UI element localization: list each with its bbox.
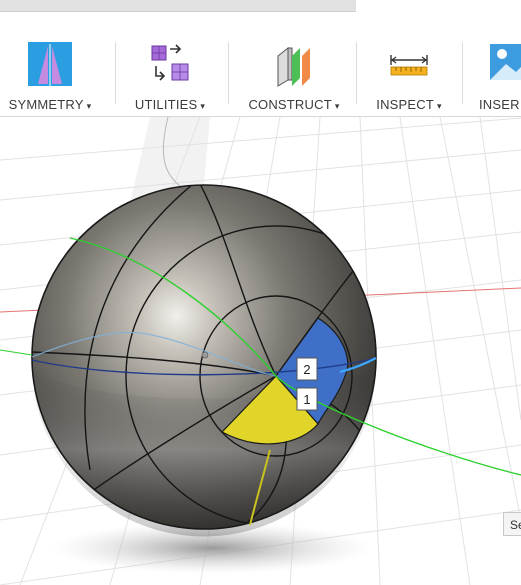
- construct-label: CONSTRUCT ▾: [248, 97, 340, 112]
- window-top-strip: [0, 0, 521, 30]
- construct-icon: [277, 46, 310, 87]
- insert-image-icon: [490, 44, 521, 80]
- chevron-down-icon: ▾: [437, 101, 442, 111]
- toolbar-divider: [356, 42, 357, 104]
- toolbar-divider: [115, 42, 116, 104]
- utilities-label: UTILITIES ▾: [134, 97, 206, 112]
- toolbar: SYMMETRY ▾ UTILITIES ▾ CONSTRUCT ▾ INSPE…: [0, 30, 521, 117]
- marker-1-label: 1: [303, 392, 310, 407]
- inspect-tool[interactable]: INSPECT ▾: [371, 40, 447, 116]
- vertex-marker-1[interactable]: 1: [296, 387, 318, 411]
- symmetry-tool[interactable]: SYMMETRY ▾: [8, 40, 98, 116]
- inspect-icon: [390, 55, 428, 76]
- symmetry-label: SYMMETRY ▾: [8, 97, 92, 112]
- viewport-scene[interactable]: 2 1: [0, 117, 521, 585]
- toolbar-divider: [462, 42, 463, 104]
- insert-tool[interactable]: INSER: [478, 40, 521, 116]
- chevron-down-icon: ▾: [86, 101, 92, 111]
- utilities-tool[interactable]: UTILITIES ▾: [126, 40, 214, 116]
- symmetry-icon: [28, 42, 72, 86]
- chevron-down-icon: ▾: [334, 101, 340, 111]
- side-panel-tab[interactable]: Se: [503, 512, 521, 536]
- vertex-marker-2[interactable]: 2: [296, 357, 318, 381]
- inspect-label: INSPECT ▾: [376, 97, 442, 112]
- utilities-icon: [151, 44, 189, 81]
- canvas-viewport[interactable]: 2 1: [0, 117, 521, 585]
- toolbar-divider: [228, 42, 229, 104]
- construct-tool[interactable]: CONSTRUCT ▾: [244, 40, 344, 116]
- chevron-down-icon: ▾: [200, 101, 206, 111]
- tab-bar: [0, 0, 356, 12]
- insert-label: INSER: [479, 97, 520, 112]
- marker-2-label: 2: [303, 362, 310, 377]
